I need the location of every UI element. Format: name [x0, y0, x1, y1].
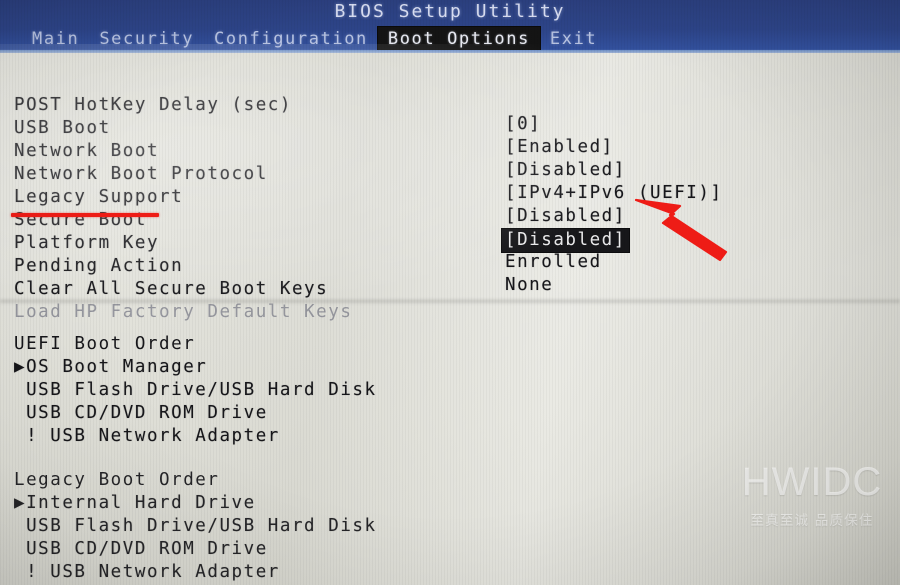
uefi-boot-entry-usb-cd-dvd-rom[interactable]: USB CD/DVD ROM Drive	[14, 403, 268, 423]
legacy-boot-order-title: Legacy Boot Order	[14, 470, 220, 490]
setting-row-network-boot[interactable]: Network Boot [Disabled]	[0, 122, 900, 180]
settings-body: POST HotKey Delay (sec) [0] USB Boot [En…	[0, 53, 900, 585]
menu-item-configuration[interactable]: Configuration	[204, 27, 378, 52]
setting-row-legacy-support[interactable]: Legacy Support [Disabled]	[0, 168, 900, 226]
setting-row-platform-key: Platform Key Enrolled	[0, 214, 900, 272]
setting-row-clear-all-secure-boot-keys[interactable]: Clear All Secure Boot Keys	[0, 260, 900, 299]
menu-bar: Main Security Configuration Boot Options…	[22, 26, 607, 52]
red-arrow-annotation	[634, 198, 728, 262]
setting-label-load-hp-factory-default-keys: Load HP Factory Default Keys	[14, 302, 353, 322]
legacy-boot-entry-usb-cd-dvd-rom: USB CD/DVD ROM Drive	[14, 539, 268, 559]
setting-row-network-boot-protocol[interactable]: Network Boot Protocol [IPv4+IPv6 (UEFI)]	[0, 145, 900, 203]
bios-setup-screen: BIOS Setup Utility Main Security Configu…	[0, 0, 900, 585]
page-title: BIOS Setup Utility	[334, 1, 566, 22]
setting-row-usb-boot[interactable]: USB Boot [Enabled]	[0, 99, 900, 157]
setting-row-load-hp-factory-default-keys: Load HP Factory Default Keys	[0, 283, 900, 322]
menu-item-security[interactable]: Security	[89, 27, 204, 52]
legacy-boot-entry-usb-flash-drive: USB Flash Drive/USB Hard Disk	[14, 516, 377, 536]
menu-item-exit[interactable]: Exit	[540, 27, 607, 52]
menu-item-boot-options[interactable]: Boot Options	[377, 26, 540, 52]
secure-boot-red-underline-annotation	[11, 213, 159, 217]
setting-row-pending-action: Pending Action None	[0, 237, 900, 295]
uefi-boot-entry-os-boot-manager[interactable]: ▶OS Boot Manager	[14, 357, 207, 377]
uefi-boot-entry-usb-network-adapter[interactable]: ! USB Network Adapter	[14, 426, 280, 446]
uefi-boot-entry-usb-flash-drive[interactable]: USB Flash Drive/USB Hard Disk	[14, 380, 377, 400]
uefi-boot-order-title: UEFI Boot Order	[14, 334, 196, 354]
bios-header-bar: BIOS Setup Utility Main Security Configu…	[0, 0, 900, 53]
menu-item-main[interactable]: Main	[22, 27, 89, 52]
legacy-boot-entry-internal-hard-drive: ▶Internal Hard Drive	[14, 493, 256, 513]
setting-row-post-hotkey-delay[interactable]: POST HotKey Delay (sec) [0]	[0, 76, 900, 134]
legacy-boot-entry-usb-network-adapter: ! USB Network Adapter	[14, 562, 280, 582]
setting-row-secure-boot[interactable]: Secure Boot [Disabled]	[0, 191, 900, 252]
